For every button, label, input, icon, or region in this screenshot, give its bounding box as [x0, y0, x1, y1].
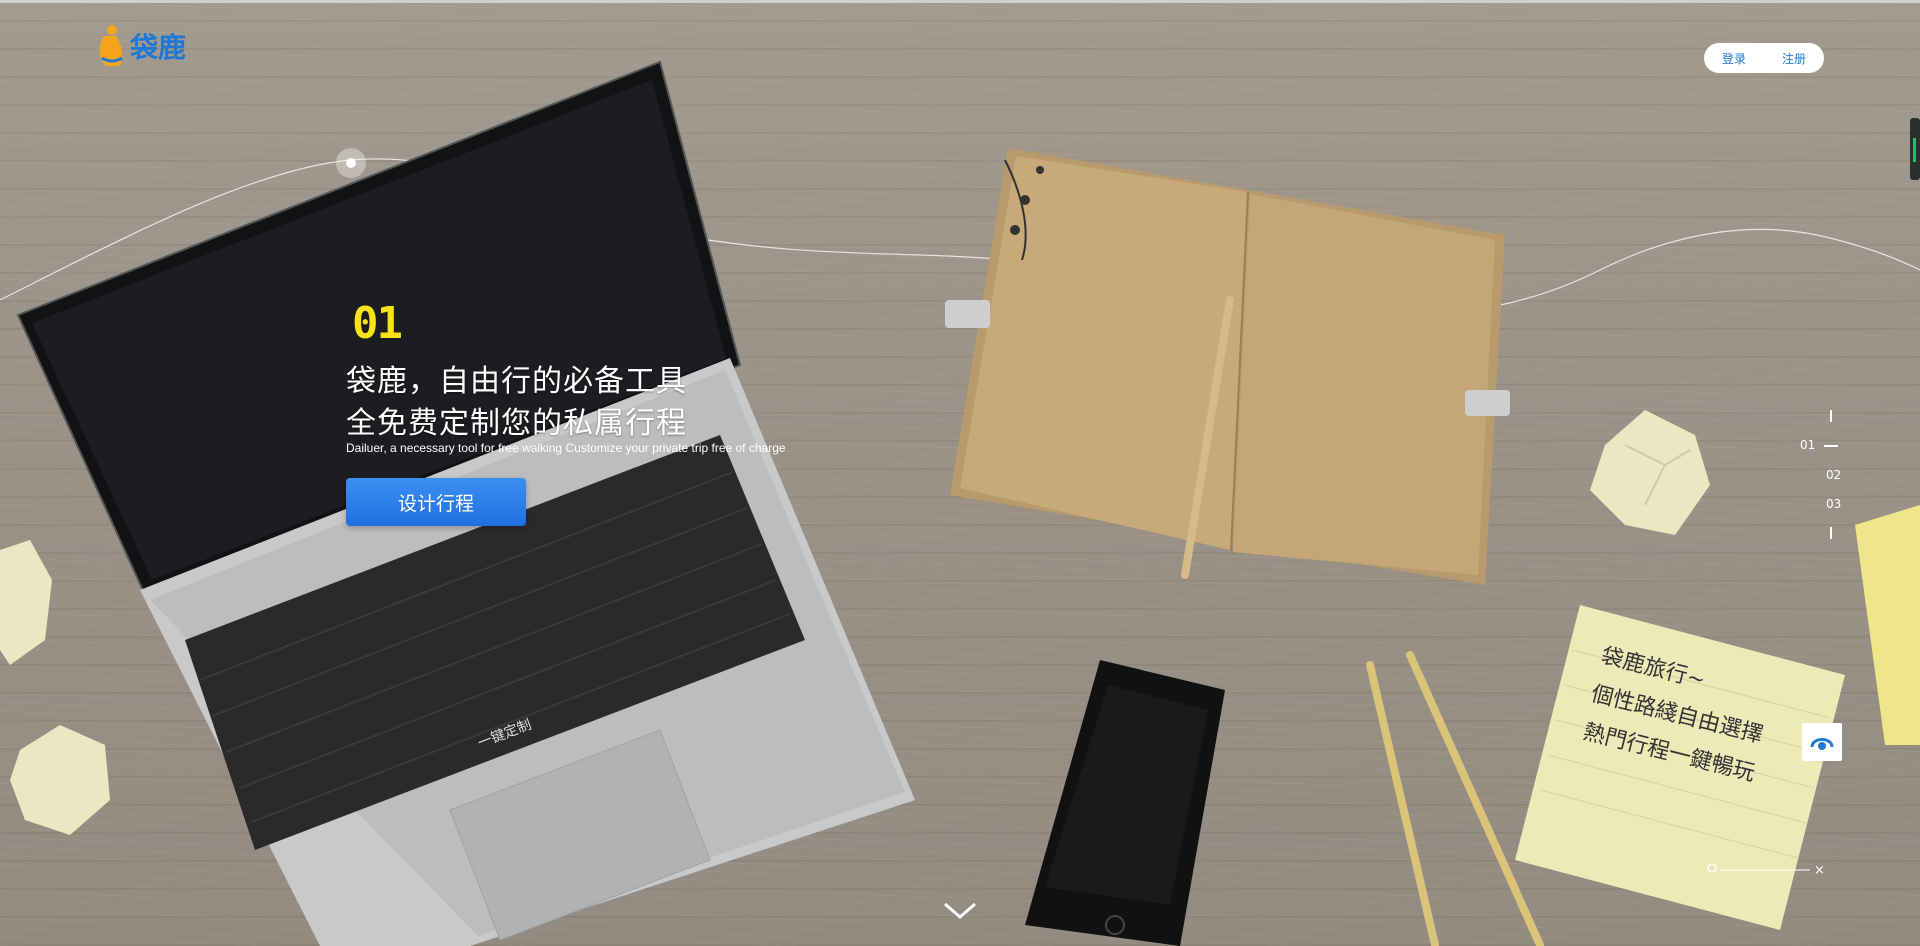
nav-tick-top: [1830, 410, 1832, 422]
design-trip-button[interactable]: 设计行程: [346, 478, 526, 526]
slide-nav: 01 02 03: [1790, 410, 1850, 545]
customer-service-button[interactable]: [1802, 723, 1842, 761]
nav-item-02[interactable]: 02: [1826, 468, 1841, 482]
hero-title-line-2: 全免费定制您的私属行程: [346, 406, 687, 441]
music-close-button[interactable]: ×: [1814, 863, 1825, 878]
nav-active-indicator: [1824, 445, 1838, 447]
brand-logo[interactable]: 袋鹿: [94, 22, 186, 70]
crumpled-paper: [1590, 410, 1710, 535]
sticky-note: 袋鹿旅行~ 個性路綫自由選擇 熱門行程一鍵暢玩: [1510, 600, 1850, 946]
side-widget[interactable]: [1910, 118, 1920, 180]
hero-title-line-1: 袋鹿，自由行的必备工具: [346, 364, 687, 399]
crumpled-paper: [10, 725, 110, 835]
login-link[interactable]: 登录: [1722, 50, 1746, 67]
phone-image: [1025, 660, 1225, 946]
notebook-image: [945, 148, 1510, 585]
music-player[interactable]: [1706, 860, 1810, 876]
deer-logo-icon: [99, 25, 123, 66]
nav-tick-bottom: [1830, 527, 1832, 539]
auth-pill: 登录 注册: [1704, 43, 1824, 73]
slide-index: 01: [352, 298, 403, 349]
top-border: [0, 0, 1920, 3]
crumpled-paper: [0, 540, 52, 665]
support-icon: [1810, 738, 1834, 750]
nav-item-03[interactable]: 03: [1826, 497, 1841, 511]
register-link[interactable]: 注册: [1782, 50, 1806, 67]
brand-name: 袋鹿: [130, 31, 187, 64]
scroll-down-icon[interactable]: [942, 900, 978, 922]
landing-page: { "brand": { "name": "袋鹿" }, "auth": { "…: [0, 0, 1920, 946]
nav-item-01[interactable]: 01: [1800, 438, 1815, 452]
sticky-note-partial: [1855, 505, 1920, 745]
hero-subtitle: Dailuer, a necessary tool for free walki…: [346, 441, 786, 455]
